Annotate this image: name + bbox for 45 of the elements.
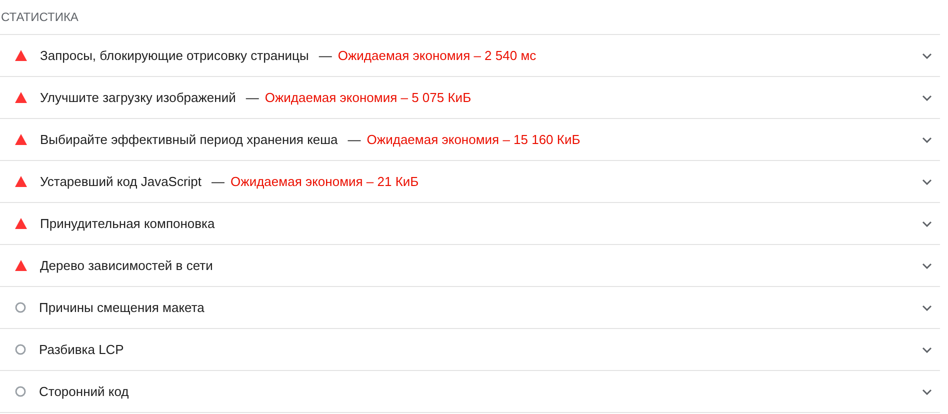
- audit-title: Разбивка LCP: [39, 340, 124, 359]
- audit-title: Дерево зависимостей в сети: [40, 256, 213, 275]
- audit-title: Устаревший код JavaScript: [40, 172, 202, 191]
- audit-row[interactable]: Улучшите загрузку изображений — Ожидаемая экономия – 5 075 КиБ: [0, 77, 940, 119]
- audit-row[interactable]: Разбивка LCP: [0, 329, 940, 371]
- warning-triangle-icon: [15, 134, 27, 145]
- savings-text: Ожидаемая экономия – 21 КиБ: [230, 172, 419, 191]
- chevron-icon: [922, 346, 932, 352]
- savings-text: Ожидаемая экономия – 15 160 КиБ: [366, 130, 580, 149]
- circle-icon: [15, 302, 26, 313]
- separator: —: [318, 46, 332, 65]
- chevron-icon: [922, 52, 932, 58]
- audit-row[interactable]: Запросы, блокирующие отрисовку страницы — Ожидаемая экономия – 2 540 мс: [0, 35, 940, 77]
- warning-triangle-icon: [15, 50, 27, 61]
- audit-title: Улучшите загрузку изображений: [40, 88, 236, 107]
- warning-triangle-icon: [15, 260, 27, 271]
- audit-row[interactable]: Выбирайте эффективный период хранения кеша — Ожидаемая экономия – 15 160 КиБ: [0, 119, 940, 161]
- warning-triangle-icon: [15, 92, 27, 103]
- chevron-icon: [922, 94, 932, 100]
- separator: —: [348, 130, 361, 149]
- audit-title: Причины смещения макета: [39, 298, 204, 317]
- warning-triangle-icon: [15, 176, 27, 187]
- warning-triangle-icon: [15, 218, 27, 229]
- savings-text: Ожидаемая экономия – 5 075 КиБ: [264, 88, 472, 107]
- chevron-icon: [922, 262, 932, 268]
- circle-icon: [15, 386, 26, 397]
- chevron-icon: [922, 220, 932, 226]
- separator: —: [246, 88, 259, 107]
- audit-row[interactable]: Сторонний код: [0, 371, 940, 413]
- chevron-icon: [922, 388, 932, 394]
- audit-row[interactable]: Принудительная компоновка: [0, 203, 940, 245]
- audit-title: Принудительная компоновка: [40, 214, 215, 233]
- chevron-icon: [922, 304, 932, 310]
- audit-row[interactable]: Причины смещения макета: [0, 287, 940, 329]
- chevron-icon: [922, 136, 932, 142]
- audit-row[interactable]: Дерево зависимостей в сети: [0, 245, 940, 287]
- audit-title: Сторонний код: [39, 382, 129, 401]
- circle-icon: [15, 344, 26, 355]
- chevron-icon: [922, 178, 932, 184]
- savings-text: Ожидаемая экономия – 2 540 мс: [338, 46, 536, 65]
- audit-row[interactable]: Устаревший код JavaScript — Ожидаемая экономия – 21 КиБ: [0, 161, 940, 203]
- audit-title: Выбирайте эффективный период хранения кеша: [40, 130, 338, 149]
- audit-title: Запросы, блокирующие отрисовку страницы: [40, 46, 309, 65]
- section-title: СТАТИСТИКА: [0, 9, 78, 26]
- separator: —: [212, 172, 225, 191]
